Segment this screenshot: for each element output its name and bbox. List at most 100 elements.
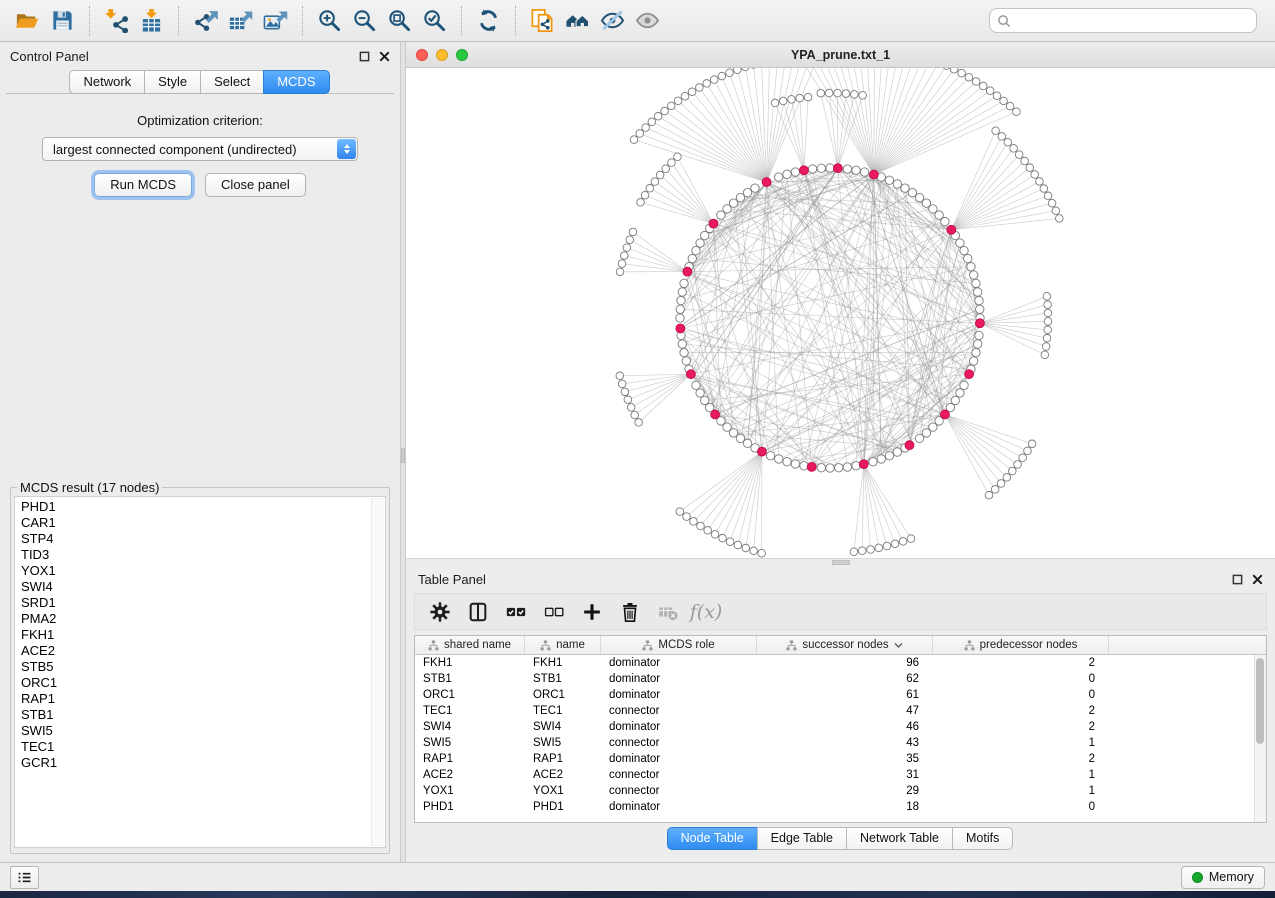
show-task-history-button[interactable] (10, 866, 39, 889)
table-row[interactable]: STB1STB1dominator620 (415, 671, 1266, 687)
save-session-button[interactable] (45, 5, 80, 37)
duplicate-network-button[interactable] (525, 5, 560, 37)
deselect-all-rows-button[interactable] (535, 596, 573, 627)
mcds-result-item[interactable]: ACE2 (21, 643, 369, 659)
manage-columns-button[interactable] (459, 596, 497, 627)
add-row-button[interactable] (573, 596, 611, 627)
close-panel-button[interactable]: Close panel (205, 173, 306, 197)
open-file-button[interactable] (10, 5, 45, 37)
table-row[interactable]: SWI5SWI5connector431 (415, 735, 1266, 751)
column-header-predecessor-nodes[interactable]: predecessor nodes (933, 636, 1109, 654)
table-cell: dominator (601, 719, 757, 735)
mcds-result-item[interactable]: ORC1 (21, 675, 369, 691)
attribute-type-icon (540, 640, 551, 651)
float-panel-icon[interactable] (1232, 574, 1243, 585)
table-cell (1109, 687, 1266, 703)
zoom-out-button[interactable] (347, 5, 382, 37)
column-label: predecessor nodes (980, 639, 1078, 651)
run-mcds-button[interactable]: Run MCDS (94, 173, 192, 197)
network-canvas[interactable] (406, 68, 1275, 558)
float-panel-icon[interactable] (359, 51, 370, 62)
column-header-mcds-role[interactable]: MCDS role (601, 636, 757, 654)
tab-network-table[interactable]: Network Table (846, 827, 953, 850)
tab-node-table[interactable]: Node Table (667, 827, 758, 850)
export-image-button[interactable] (258, 5, 293, 37)
horizontal-splitter[interactable] (406, 558, 1275, 566)
tab-select[interactable]: Select (200, 70, 264, 94)
vertical-splitter-handle[interactable] (401, 448, 405, 463)
table-cell (1109, 751, 1266, 767)
tab-network[interactable]: Network (69, 70, 145, 94)
mcds-result-item[interactable]: SWI5 (21, 723, 369, 739)
mcds-result-item[interactable]: STB5 (21, 659, 369, 675)
table-cell: 31 (757, 767, 933, 783)
mcds-result-item[interactable]: TID3 (21, 547, 369, 563)
mcds-result-item[interactable]: SWI4 (21, 579, 369, 595)
table-cell: STB1 (415, 671, 525, 687)
zoom-fit-button[interactable] (382, 5, 417, 37)
close-panel-icon[interactable] (379, 51, 390, 62)
zoom-in-button[interactable] (312, 5, 347, 37)
tab-edge-table[interactable]: Edge Table (757, 827, 847, 850)
mcds-result-item[interactable]: FKH1 (21, 627, 369, 643)
window-close-button[interactable] (416, 49, 428, 61)
zoom-selected-button[interactable] (417, 5, 452, 37)
mcds-result-item[interactable]: STP4 (21, 531, 369, 547)
mcds-result-item[interactable]: SRD1 (21, 595, 369, 611)
table-settings-button[interactable] (421, 596, 459, 627)
export-network-button[interactable] (188, 5, 223, 37)
ring-nodes (616, 68, 1063, 557)
show-all-button[interactable] (630, 5, 665, 37)
table-row[interactable]: YOX1YOX1connector291 (415, 783, 1266, 799)
import-table-button[interactable] (134, 5, 169, 37)
table-cell: 96 (757, 655, 933, 671)
select-all-rows-button[interactable] (497, 596, 535, 627)
search-input[interactable] (1016, 13, 1249, 28)
delete-rows-button[interactable] (611, 596, 649, 627)
table-cell: TEC1 (415, 703, 525, 719)
mcds-result-item[interactable]: TEC1 (21, 739, 369, 755)
table-row[interactable]: ACE2ACE2connector311 (415, 767, 1266, 783)
column-header-shared-name[interactable]: shared name (415, 636, 525, 654)
mcds-result-item[interactable]: YOX1 (21, 563, 369, 579)
window-minimize-button[interactable] (436, 49, 448, 61)
export-table-button[interactable] (223, 5, 258, 37)
table-cell: 61 (757, 687, 933, 703)
column-header-successor-nodes[interactable]: successor nodes (757, 636, 933, 654)
close-panel-icon[interactable] (1252, 574, 1263, 585)
table-cell: SWI5 (415, 735, 525, 751)
mcds-result-item[interactable]: RAP1 (21, 691, 369, 707)
table-row[interactable]: ORC1ORC1dominator610 (415, 687, 1266, 703)
mcds-result-item[interactable]: PHD1 (21, 499, 369, 515)
table-cell: FKH1 (525, 655, 601, 671)
table-row[interactable]: SWI4SWI4dominator462 (415, 719, 1266, 735)
mcds-list-scrollbar[interactable] (371, 498, 384, 846)
mcds-result-item[interactable]: PMA2 (21, 611, 369, 627)
mcds-result-group: MCDS result (17 nodes) PHD1CAR1STP4TID3Y… (10, 480, 390, 854)
table-row[interactable]: PHD1PHD1dominator180 (415, 799, 1266, 815)
optimization-criterion-label: Optimization criterion: (6, 113, 394, 128)
attribute-type-icon (428, 640, 439, 651)
column-header-name[interactable]: name (525, 636, 601, 654)
mcds-result-item[interactable]: STB1 (21, 707, 369, 723)
tab-motifs[interactable]: Motifs (952, 827, 1013, 850)
hide-selected-button[interactable] (595, 5, 630, 37)
memory-button[interactable]: Memory (1181, 866, 1265, 889)
table-cell: SWI4 (525, 719, 601, 735)
table-row[interactable]: TEC1TEC1connector472 (415, 703, 1266, 719)
window-maximize-button[interactable] (456, 49, 468, 61)
mcds-result-item[interactable]: GCR1 (21, 755, 369, 771)
tab-mcds[interactable]: MCDS (263, 70, 329, 94)
attribute-type-icon (642, 640, 653, 651)
table-row[interactable]: FKH1FKH1dominator962 (415, 655, 1266, 671)
import-network-button[interactable] (99, 5, 134, 37)
table-cell: connector (601, 783, 757, 799)
horizontal-splitter-handle[interactable] (832, 560, 850, 565)
criterion-dropdown[interactable]: largest connected component (undirected) (42, 137, 358, 161)
table-row[interactable]: RAP1RAP1dominator352 (415, 751, 1266, 767)
tab-style[interactable]: Style (144, 70, 201, 94)
refresh-button[interactable] (471, 5, 506, 37)
mcds-result-item[interactable]: CAR1 (21, 515, 369, 531)
home-button[interactable] (560, 5, 595, 37)
table-scrollbar-thumb[interactable] (1256, 658, 1264, 744)
